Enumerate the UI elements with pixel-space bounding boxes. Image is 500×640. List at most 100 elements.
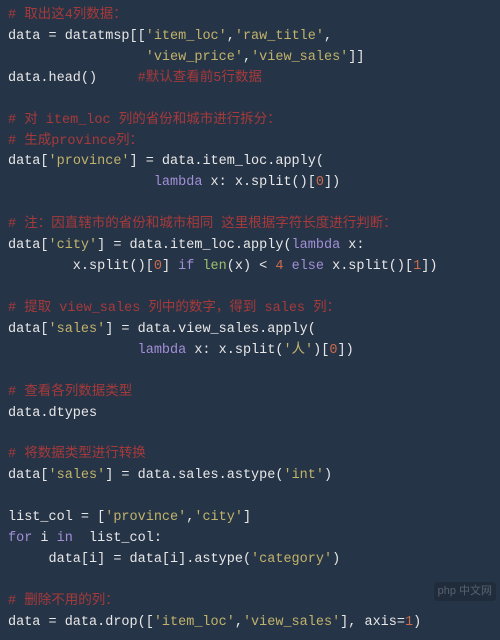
- code-token: 'city': [194, 510, 243, 525]
- code-token: x: x.split(: [186, 343, 283, 358]
- code-token: lambda: [154, 175, 203, 190]
- code-token: 'int': [283, 468, 324, 483]
- code-line: # 将数据类型进行转换: [8, 445, 492, 466]
- code-token: ] = data.view_sales.apply(: [105, 322, 316, 337]
- code-token: 'raw_title': [235, 29, 324, 44]
- code-token: 'province': [105, 510, 186, 525]
- code-token: ] = data.item_loc.apply(: [97, 238, 291, 253]
- code-token: ): [332, 552, 340, 567]
- code-line: [8, 278, 492, 299]
- code-token: i: [32, 531, 56, 546]
- code-token: 'view_price': [146, 50, 243, 65]
- code-token: data = datatmsp[[: [8, 29, 146, 44]
- code-line: # 对 item_loc 列的省份和城市进行拆分：: [8, 111, 492, 132]
- code-token: data[i] = data[i].astype(: [8, 552, 251, 567]
- code-token: 'province': [49, 154, 130, 169]
- code-line: data['sales'] = data.view_sales.apply(: [8, 320, 492, 341]
- code-token: list_col = [: [8, 510, 105, 525]
- code-token: ,: [243, 50, 251, 65]
- code-token: 'item_loc': [154, 615, 235, 630]
- code-line: [8, 571, 492, 592]
- code-line: data['city'] = data.item_loc.apply(lambd…: [8, 236, 492, 257]
- code-line: # 取出这4列数据：: [8, 6, 492, 27]
- code-token: x: x.split()[: [202, 175, 315, 190]
- code-token: lambda: [292, 238, 341, 253]
- code-token: 'item_loc': [146, 29, 227, 44]
- code-token: [8, 175, 154, 190]
- code-token: data[: [8, 468, 49, 483]
- code-line: [8, 424, 492, 445]
- code-token: x:: [340, 238, 364, 253]
- code-line: [8, 362, 492, 383]
- code-line: # 提取 view_sales 列中的数字，得到 sales 列：: [8, 299, 492, 320]
- code-token: 'city': [49, 238, 98, 253]
- comment-text: # 将数据类型进行转换: [8, 447, 146, 462]
- code-line: [8, 487, 492, 508]
- comment-text: # 查看各列数据类型: [8, 385, 132, 400]
- code-token: x.split()[: [324, 259, 413, 274]
- code-token: data = data.drop([: [8, 615, 154, 630]
- code-token: for: [8, 531, 32, 546]
- code-token: [8, 50, 146, 65]
- code-token: ): [324, 468, 332, 483]
- code-token: ]): [421, 259, 437, 274]
- code-token: in: [57, 531, 73, 546]
- code-line: data[i] = data[i].astype('category'): [8, 550, 492, 571]
- code-token: [8, 343, 138, 358]
- code-line: data.head() #默认查看前5行数据: [8, 69, 492, 90]
- code-token: [283, 259, 291, 274]
- code-token: 'sales': [49, 322, 106, 337]
- code-line: # 查看各列数据类型: [8, 383, 492, 404]
- code-token: ] = data.sales.astype(: [105, 468, 283, 483]
- code-line: data['province'] = data.item_loc.apply(: [8, 152, 492, 173]
- code-token: 'sales': [49, 468, 106, 483]
- code-token: ]: [243, 510, 251, 525]
- code-token: data.head(): [8, 71, 138, 86]
- code-token: ): [413, 615, 421, 630]
- comment-text: # 删除不用的列：: [8, 594, 119, 609]
- code-token: ]]: [348, 50, 364, 65]
- code-line: 'view_price','view_sales']]: [8, 48, 492, 69]
- code-token: lambda: [138, 343, 187, 358]
- comment-text: # 取出这4列数据：: [8, 8, 127, 23]
- code-line: for i in list_col:: [8, 529, 492, 550]
- code-line: x.split()[0] if len(x) < 4 else x.split(…: [8, 257, 492, 278]
- code-token: 1: [405, 615, 413, 630]
- code-token: 'view_sales': [243, 615, 340, 630]
- code-editor: # 取出这4列数据：data = datatmsp[['item_loc','r…: [0, 0, 500, 640]
- code-token: data[: [8, 322, 49, 337]
- code-token: )[: [313, 343, 329, 358]
- code-token: else: [292, 259, 324, 274]
- code-line: lambda x: x.split()[0]): [8, 173, 492, 194]
- code-line: # 生成province列：: [8, 132, 492, 153]
- code-line: # 注：因直辖市的省份和城市相同 这里根据字符长度进行判断：: [8, 215, 492, 236]
- code-token: ]): [337, 343, 353, 358]
- code-token: ], axis=: [340, 615, 405, 630]
- comment-text: # 生成province列：: [8, 134, 143, 149]
- code-token: 'view_sales': [251, 50, 348, 65]
- comment-text: # 注：因直辖市的省份和城市相同 这里根据字符长度进行判断：: [8, 217, 397, 232]
- code-token: 0: [154, 259, 162, 274]
- code-token: x.split()[: [8, 259, 154, 274]
- code-token: ]: [162, 259, 178, 274]
- code-line: data['sales'] = data.sales.astype('int'): [8, 466, 492, 487]
- code-token: (x) <: [227, 259, 276, 274]
- code-token: #默认查看前5行数据: [138, 71, 262, 86]
- comment-text: # 提取 view_sales 列中的数字，得到 sales 列：: [8, 301, 340, 316]
- code-token: len: [202, 259, 226, 274]
- comment-text: # 对 item_loc 列的省份和城市进行拆分：: [8, 113, 281, 128]
- code-line: [8, 194, 492, 215]
- code-line: list_col = ['province','city']: [8, 508, 492, 529]
- code-token: ,: [324, 29, 332, 44]
- watermark-label: php 中文网: [434, 582, 496, 601]
- code-token: if: [178, 259, 194, 274]
- code-token: 'category': [251, 552, 332, 567]
- code-token: data[: [8, 238, 49, 253]
- code-token: ,: [227, 29, 235, 44]
- code-token: data[: [8, 154, 49, 169]
- code-line: data = datatmsp[['item_loc','raw_title',: [8, 27, 492, 48]
- code-token: list_col:: [73, 531, 162, 546]
- code-token: data.dtypes: [8, 406, 97, 421]
- code-line: lambda x: x.split('人')[0]): [8, 341, 492, 362]
- code-token: 0: [316, 175, 324, 190]
